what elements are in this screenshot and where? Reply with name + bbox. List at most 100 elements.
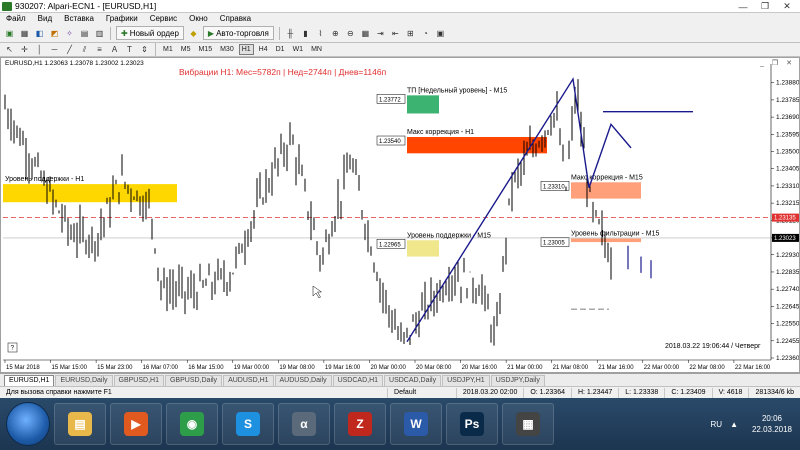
text-icon[interactable]: A <box>108 43 121 56</box>
minimize-button[interactable]: — <box>732 0 754 13</box>
vertical-line-icon[interactable]: │ <box>33 43 46 56</box>
close-button[interactable]: ✕ <box>776 0 798 13</box>
skype-taskbar-button[interactable]: S <box>222 403 274 445</box>
terminal-window-icon[interactable]: ▤ <box>78 27 91 40</box>
chart-window-buttons[interactable]: _ ❐ ✕ <box>760 59 795 67</box>
status-profile[interactable]: Default <box>388 387 457 398</box>
new-order-icon: ✚ <box>121 28 128 38</box>
periods-icon[interactable]: ◔ <box>419 27 432 40</box>
horizontal-line-icon[interactable]: ─ <box>48 43 61 56</box>
tray-arrow-icon[interactable]: ▲ <box>730 420 738 429</box>
new-chart-icon[interactable]: ▣ <box>3 27 16 40</box>
status-help: Для вызова справки нажмите F1 <box>0 387 389 398</box>
menu-insert[interactable]: Вставка <box>58 14 100 23</box>
filezilla-taskbar-button[interactable]: Z <box>334 403 386 445</box>
line-chart-icon[interactable]: ⌇ <box>314 27 327 40</box>
crosshair-icon[interactable]: ✛ <box>18 43 31 56</box>
filezilla-icon: Z <box>348 412 372 436</box>
market-watch-icon[interactable]: ◧ <box>33 27 46 40</box>
x-tick-label: 21 Mar 16:00 <box>598 365 634 371</box>
menu-charts[interactable]: Графики <box>100 14 144 23</box>
menu-help[interactable]: Справка <box>214 14 257 23</box>
y-tick-label: 1.23215 <box>776 200 799 207</box>
tab-usdcad-h1[interactable]: USDCAD,H1 <box>332 375 384 386</box>
x-tick-label: 21 Mar 08:00 <box>553 365 589 371</box>
alpari-taskbar-button[interactable]: α <box>278 403 330 445</box>
timeframe-h4[interactable]: H4 <box>256 44 271 55</box>
x-tick-label: 19 Mar 08:00 <box>279 365 315 371</box>
zoom-in-icon[interactable]: ⊕ <box>329 27 342 40</box>
timeframe-m30[interactable]: M30 <box>217 44 237 55</box>
indicators-icon[interactable]: ⊞ <box>404 27 417 40</box>
menu-file[interactable]: Файл <box>0 14 32 23</box>
templates-icon[interactable]: ▣ <box>434 27 447 40</box>
current-price-label: 1.23023 <box>774 236 796 242</box>
tab-audusd-daily[interactable]: AUDUSD,Daily <box>274 375 332 386</box>
zone-price-tag-1: 1.23772 <box>379 97 401 103</box>
clock-time: 20:06 <box>761 414 783 423</box>
y-tick-label: 1.23880 <box>776 80 799 87</box>
timeframe-w1[interactable]: W1 <box>290 44 307 55</box>
language-indicator[interactable]: RU <box>711 420 723 429</box>
channel-icon[interactable]: ⫽ <box>78 43 91 56</box>
candlesticks-icon[interactable]: ▮ <box>299 27 312 40</box>
timeframe-m5[interactable]: M5 <box>178 44 194 55</box>
zoom-out-icon[interactable]: ⊖ <box>344 27 357 40</box>
bar-chart-icon[interactable]: ╫ <box>284 27 297 40</box>
autoscroll-icon[interactable]: ⇥ <box>374 27 387 40</box>
tab-usdcad-daily[interactable]: USDCAD,Daily <box>384 375 442 386</box>
x-tick-label: 16 Mar 15:00 <box>188 365 224 371</box>
media-player-taskbar-button[interactable]: ▶ <box>110 403 162 445</box>
status-open: O: 1.23364 <box>524 387 572 398</box>
timeframe-mn[interactable]: MN <box>308 44 325 55</box>
word-taskbar-button[interactable]: W <box>390 403 442 445</box>
tab-usdjpy-h1[interactable]: USDJPY,H1 <box>442 375 490 386</box>
tab-eurusd-h1[interactable]: EURUSD,H1 <box>4 375 55 386</box>
clock[interactable]: 20:06 22.03.2018 <box>744 413 800 435</box>
price-chart[interactable]: 1.23880 1.23785 1.23690 1.23595 1.23500 1.234… <box>1 58 799 372</box>
x-tick-label: 20 Mar 16:00 <box>462 365 498 371</box>
skype-icon: S <box>236 412 260 436</box>
tester-icon[interactable]: ▥ <box>93 27 106 40</box>
zone-label-4: Макс коррекция - M15 <box>571 174 643 181</box>
x-tick-label: 22 Mar 16:00 <box>735 365 771 371</box>
timeframe-h1[interactable]: H1 <box>238 44 254 55</box>
zone-1 <box>407 95 439 114</box>
chart-shift-icon[interactable]: ⇤ <box>389 27 402 40</box>
navigator-icon[interactable]: ✧ <box>63 27 76 40</box>
y-tick-label: 1.23405 <box>776 166 799 173</box>
folder-taskbar-button[interactable]: ▤ <box>54 403 106 445</box>
tab-gbpusd-daily[interactable]: GBPUSD,Daily <box>164 375 223 386</box>
photoshop-taskbar-button[interactable]: Ps <box>446 403 498 445</box>
terminal-taskbar-button[interactable]: ▦ <box>502 403 554 445</box>
chrome-taskbar-button[interactable]: ◉ <box>166 403 218 445</box>
start-button[interactable] <box>6 402 50 446</box>
timeframe-m1[interactable]: M1 <box>160 44 176 55</box>
metaeditor-icon[interactable]: ◆ <box>187 27 200 40</box>
timeframe-m15[interactable]: M15 <box>195 44 215 55</box>
tile-windows-icon[interactable]: ▦ <box>359 27 372 40</box>
chart-window[interactable]: 1.23880 1.23785 1.23690 1.23595 1.23500 1.234… <box>0 57 800 373</box>
maximize-button[interactable]: ❐ <box>754 0 776 13</box>
tab-usdjpy-daily[interactable]: USDJPY,Daily <box>490 375 545 386</box>
timeframe-d1[interactable]: D1 <box>273 44 288 55</box>
fibonacci-icon[interactable]: ≡ <box>93 43 106 56</box>
zone-price-tag-2: 1.23540 <box>379 139 401 145</box>
tab-audusd-h1[interactable]: AUDUSD,H1 <box>223 375 274 386</box>
menu-window[interactable]: Окно <box>183 14 214 23</box>
cursor-icon[interactable]: ↖ <box>3 43 16 56</box>
auto-trading-button[interactable]: ▶ Авто-торговля <box>202 26 274 40</box>
title-bar: 930207: Alpari-ECN1 - [EURUSD,H1] — ❐ ✕ <box>0 0 800 13</box>
data-window-icon[interactable]: ◩ <box>48 27 61 40</box>
new-order-button[interactable]: ✚ Новый ордер <box>116 26 184 40</box>
tab-eurusd-daily[interactable]: EURUSD,Daily <box>55 375 113 386</box>
x-tick-label: 22 Mar 08:00 <box>689 365 725 371</box>
profiles-icon[interactable]: ▦ <box>18 27 31 40</box>
arrows-icon[interactable]: ⇕ <box>138 43 151 56</box>
y-tick-label: 1.23690 <box>776 114 799 121</box>
trendline-icon[interactable]: ╱ <box>63 43 76 56</box>
menu-tools[interactable]: Сервис <box>144 14 183 23</box>
label-icon[interactable]: T <box>123 43 136 56</box>
menu-view[interactable]: Вид <box>32 14 58 23</box>
tab-gbpusd-h1[interactable]: GBPUSD,H1 <box>113 375 164 386</box>
